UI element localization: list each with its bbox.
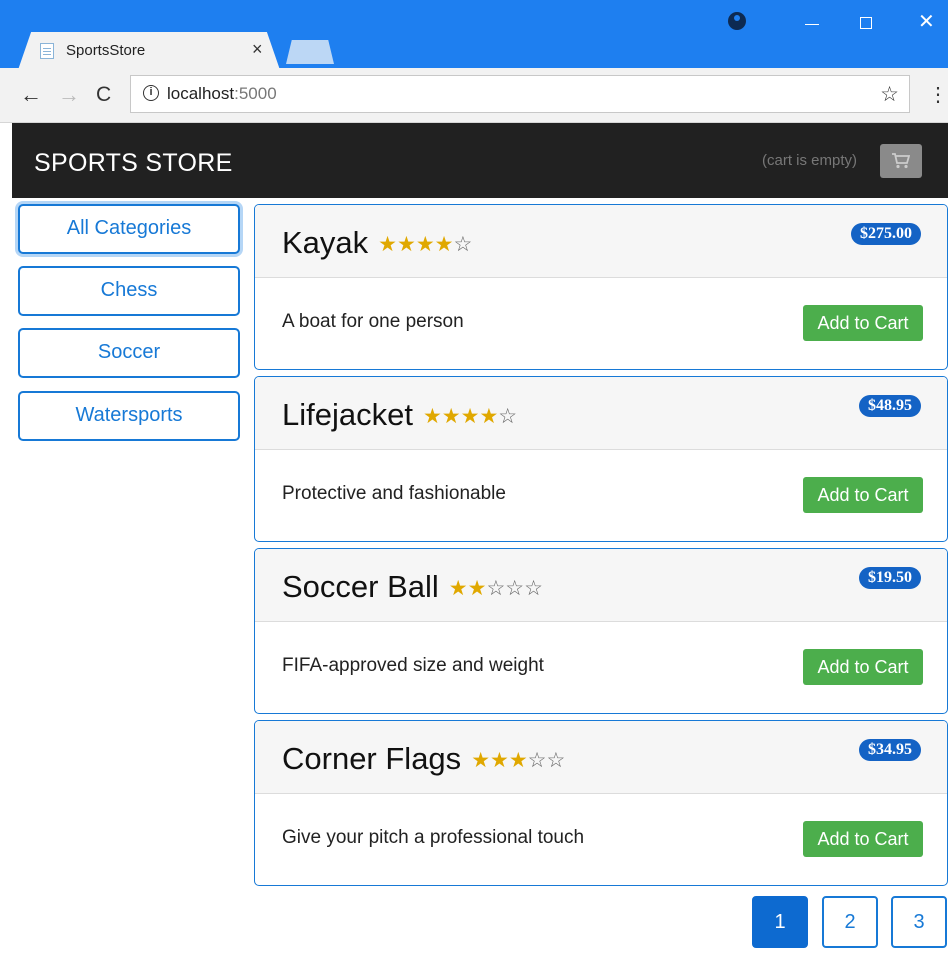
price-badge: $48.95 [859, 395, 921, 417]
product-name-line: Lifejacket ★★★★☆ [282, 397, 517, 433]
page-button-1[interactable]: 1 [752, 896, 808, 948]
product-name-line: Soccer Ball ★★☆☆☆ [282, 569, 543, 605]
category-all-button[interactable]: All Categories [18, 204, 240, 254]
price-badge: $275.00 [851, 223, 921, 245]
add-to-cart-button[interactable]: Add to Cart [803, 821, 923, 857]
product-description: A boat for one person [282, 311, 464, 332]
stars-empty: ☆ [453, 233, 473, 256]
product-name-line: Corner Flags ★★★☆☆ [282, 741, 565, 777]
tab-close-icon[interactable]: × [252, 39, 263, 60]
url-text[interactable]: localhost:5000 [167, 84, 277, 104]
shopping-cart-icon [892, 153, 910, 169]
product-description: FIFA-approved size and weight [282, 655, 544, 676]
page-button-3[interactable]: 3 [891, 896, 947, 948]
rating-stars-icon: ★★☆☆☆ [449, 577, 543, 600]
new-tab-button[interactable] [286, 40, 334, 64]
product-card: Kayak ★★★★☆ $275.00 A boat for one person… [254, 204, 948, 370]
product-name: Soccer Ball [282, 569, 439, 604]
url-port: :5000 [234, 84, 277, 103]
product-card: Lifejacket ★★★★☆ $48.95 Protective and fa… [254, 376, 948, 542]
product-description: Give your pitch a professional touch [282, 827, 585, 848]
product-card: Corner Flags ★★★☆☆ $34.95 Give your pitch… [254, 720, 948, 886]
store-brand[interactable]: SPORTS STORE [34, 149, 233, 178]
product-name-line: Kayak ★★★★☆ [282, 225, 472, 261]
back-arrow-icon[interactable]: ← [20, 82, 42, 108]
add-to-cart-button[interactable]: Add to Cart [803, 305, 923, 341]
price-badge: $19.50 [859, 567, 921, 589]
stars-filled: ★★★★ [378, 233, 454, 256]
url-host: localhost [167, 84, 235, 103]
tab-title: SportsStore [66, 42, 146, 59]
page-content: SPORTS STORE (cart is empty) All Categor… [6, 123, 948, 965]
product-header: Kayak ★★★★☆ $275.00 [255, 205, 947, 278]
product-name: Lifejacket [282, 397, 413, 432]
info-icon[interactable]: i [143, 85, 159, 101]
browser-tab[interactable]: SportsStore × [18, 32, 280, 70]
stars-filled: ★★★★ [422, 405, 499, 428]
stars-filled: ★★★ [471, 749, 528, 772]
add-to-cart-button[interactable]: Add to Cart [803, 477, 923, 513]
stars-empty: ☆☆ [527, 749, 566, 772]
reload-icon[interactable]: C [96, 83, 111, 107]
page-favicon-icon [40, 43, 54, 59]
product-name: Kayak [282, 225, 369, 260]
product-description: Protective and fashionable [282, 483, 506, 504]
maximize-icon[interactable] [860, 17, 872, 29]
rating-stars-icon: ★★★★☆ [423, 405, 517, 428]
browser-toolbar: ← → C i localhost:5000 ☆ ⋮ [0, 68, 948, 123]
product-header: Lifejacket ★★★★☆ $48.95 [255, 377, 947, 450]
add-to-cart-button[interactable]: Add to Cart [803, 649, 923, 685]
close-window-icon[interactable]: ✕ [918, 12, 935, 32]
store-navbar: SPORTS STORE (cart is empty) [12, 123, 948, 198]
rating-stars-icon: ★★★☆☆ [471, 749, 565, 772]
stars-empty: ☆ [498, 405, 518, 428]
product-header: Soccer Ball ★★☆☆☆ $19.50 [255, 549, 947, 622]
rating-stars-icon: ★★★★☆ [378, 233, 472, 256]
cart-status: (cart is empty) [762, 152, 858, 169]
page-button-2[interactable]: 2 [822, 896, 878, 948]
minimize-icon[interactable] [805, 24, 819, 25]
browser-menu-icon[interactable]: ⋮ [928, 82, 948, 107]
address-bar[interactable]: i localhost:5000 ☆ [130, 75, 910, 113]
bookmark-star-icon[interactable]: ☆ [880, 82, 899, 107]
price-badge: $34.95 [859, 739, 921, 761]
profile-icon[interactable] [728, 12, 746, 30]
stars-filled: ★★ [448, 577, 487, 600]
browser-titlebar: SportsStore × ✕ [0, 0, 948, 70]
product-card: Soccer Ball ★★☆☆☆ $19.50 FIFA-approved si… [254, 548, 948, 714]
category-watersports-button[interactable]: Watersports [18, 391, 240, 441]
cart-button[interactable] [880, 144, 922, 178]
category-chess-button[interactable]: Chess [18, 266, 240, 316]
product-header: Corner Flags ★★★☆☆ $34.95 [255, 721, 947, 794]
product-name: Corner Flags [282, 741, 462, 776]
category-soccer-button[interactable]: Soccer [18, 328, 240, 378]
forward-arrow-icon[interactable]: → [58, 82, 80, 108]
stars-empty: ☆☆☆ [486, 577, 543, 600]
